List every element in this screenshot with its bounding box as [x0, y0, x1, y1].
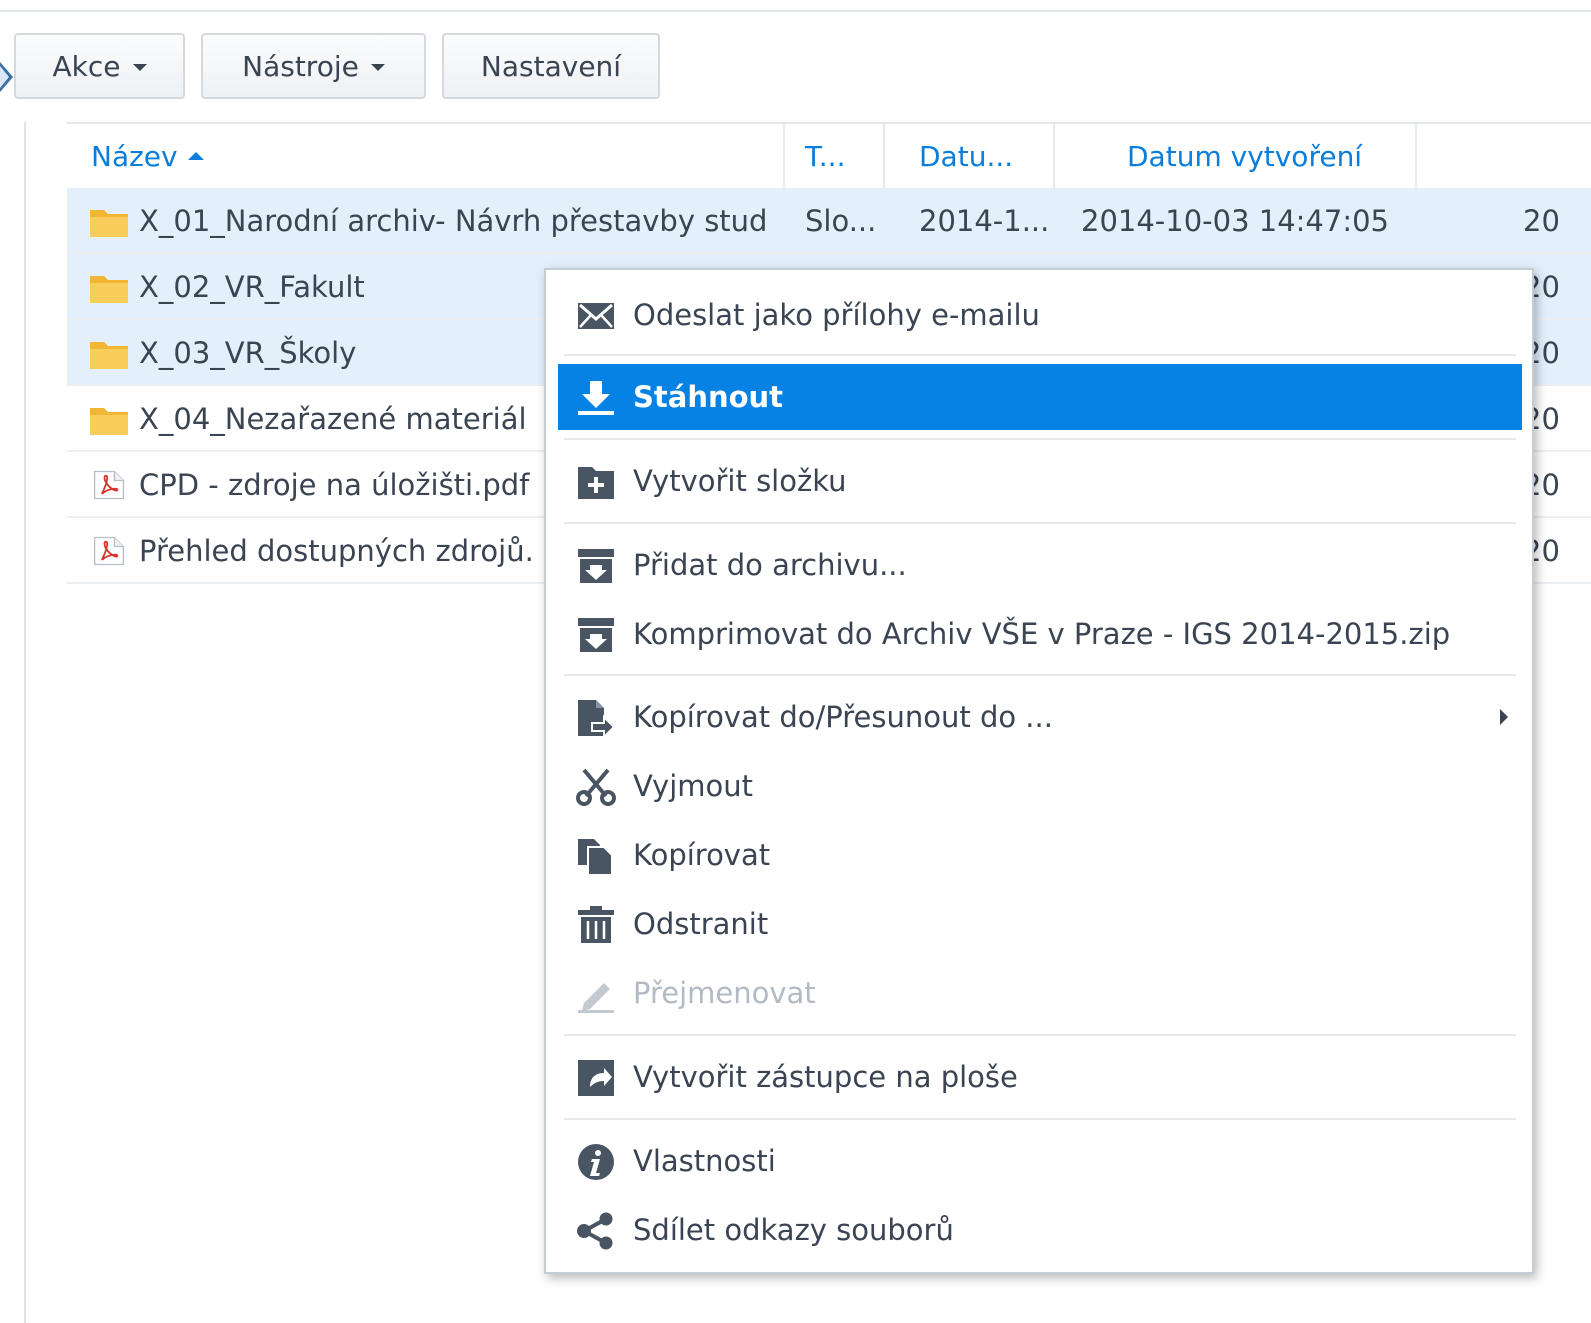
menu-item-rename[interactable]: Přejmenovat	[558, 960, 1522, 1026]
menu-item-delete[interactable]: Odstranit	[558, 891, 1522, 957]
context-menu: Odeslat jako přílohy e-mailu Stáhnout Vy…	[544, 268, 1534, 1274]
folder-icon	[90, 276, 128, 303]
settings-button[interactable]: Nastavení	[442, 33, 660, 99]
grid-header: Název T... Datu... Datum vytvoření	[67, 122, 1591, 188]
menu-item-new-folder[interactable]: Vytvořit složku	[558, 448, 1522, 514]
menu-item-copy-move[interactable]: Kopírovat do/Přesunout do ...	[558, 684, 1522, 750]
pencil-icon	[578, 983, 614, 1013]
menu-item-compress[interactable]: Komprimovat do Archiv VŠE v Praze - IGS …	[558, 601, 1522, 667]
folder-icon	[90, 342, 128, 369]
tools-button[interactable]: Nástroje	[201, 33, 426, 99]
file-extra: 20	[1523, 204, 1560, 238]
settings-button-label: Nastavení	[480, 49, 622, 83]
menu-item-create-shortcut[interactable]: Vytvořit zástupce na ploše	[558, 1044, 1522, 1110]
shortcut-icon	[578, 1060, 614, 1096]
copy-move-icon	[578, 700, 616, 737]
folder-icon	[90, 408, 128, 435]
top-divider	[0, 10, 1591, 12]
menu-item-add-to-archive[interactable]: Přidat do archivu...	[558, 532, 1522, 598]
new-folder-icon	[578, 467, 614, 499]
menu-item-share-links[interactable]: Sdílet odkazy souborů	[558, 1197, 1522, 1263]
pdf-icon	[93, 470, 125, 500]
action-button[interactable]: Akce	[14, 33, 185, 99]
pdf-icon	[93, 536, 125, 566]
file-type: Slo...	[805, 204, 877, 238]
trash-icon	[578, 906, 614, 943]
submenu-arrow-icon	[1500, 709, 1508, 725]
column-header-name[interactable]: Název	[91, 124, 781, 188]
file-modified: 2014-1...	[919, 204, 1050, 238]
share-icon	[577, 1212, 613, 1250]
folder-icon	[90, 210, 128, 237]
chevron-down-icon	[132, 64, 147, 71]
menu-item-properties[interactable]: Vlastnosti	[558, 1128, 1522, 1194]
sort-ascending-icon	[187, 152, 204, 160]
info-icon	[578, 1144, 614, 1180]
action-button-label: Akce	[52, 49, 121, 83]
menu-item-send-email[interactable]: Odeslat jako přílohy e-mailu	[558, 282, 1522, 348]
file-created: 2014-10-03 14:47:05	[1081, 204, 1389, 238]
email-icon	[578, 303, 614, 329]
menu-item-cut[interactable]: Vyjmout	[558, 753, 1522, 819]
archive-icon	[578, 618, 614, 652]
chevron-down-icon	[370, 64, 385, 71]
menu-item-copy[interactable]: Kopírovat	[558, 822, 1522, 888]
scissors-icon	[576, 768, 616, 806]
archive-icon	[578, 549, 614, 583]
file-name: X_01_Narodní archiv- Návrh přestavby stu…	[139, 204, 768, 238]
menu-item-download[interactable]: Stáhnout	[558, 364, 1522, 430]
panel-border	[24, 122, 26, 1323]
tools-button-label: Nástroje	[242, 49, 359, 83]
column-header-modified[interactable]: Datu...	[919, 124, 1049, 188]
column-header-type[interactable]: T...	[805, 124, 885, 188]
download-icon	[578, 381, 614, 415]
column-header-created[interactable]: Datum vytvoření	[1127, 124, 1427, 188]
file-row[interactable]: X_01_Narodní archiv- Návrh přestavby stu…	[67, 188, 1591, 254]
copy-icon	[578, 839, 613, 875]
